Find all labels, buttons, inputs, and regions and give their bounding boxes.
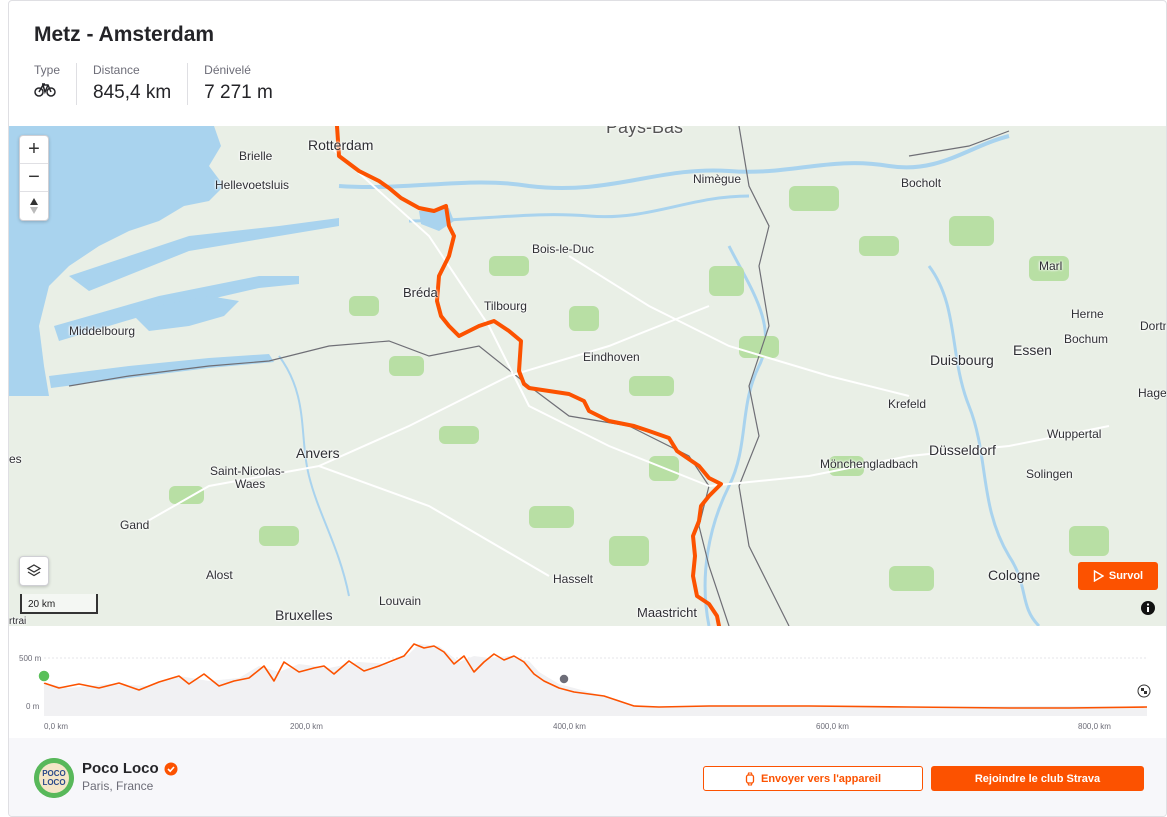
- city-label: Hellevoetsluis: [215, 178, 290, 192]
- city-label: Tilbourg: [484, 299, 527, 313]
- city-label: Gand: [120, 518, 150, 532]
- stat-elevation-label: Dénivelé: [204, 63, 251, 77]
- stat-distance-label: Distance: [93, 63, 140, 77]
- city-label: Duisbourg: [930, 352, 994, 368]
- flyover-label: Survol: [1108, 570, 1144, 582]
- club-logo: POCO LOCO: [34, 758, 74, 798]
- city-label: Bréda: [403, 285, 438, 300]
- club-name[interactable]: Poco Loco: [82, 760, 178, 777]
- route-title: Metz - Amsterdam: [34, 23, 215, 46]
- city-label: Düsseldorf: [929, 442, 996, 458]
- city-label: Bois-le-Duc: [532, 242, 595, 256]
- city-label: Brielle: [239, 149, 273, 163]
- city-label: rtrai: [9, 616, 27, 626]
- city-label: Krefeld: [888, 397, 927, 411]
- city-label: Eindhoven: [583, 350, 640, 364]
- compass-button[interactable]: [20, 192, 48, 220]
- city-label: Herne: [1071, 307, 1104, 321]
- elevation-y-label: 0 m: [26, 702, 40, 711]
- city-label: Alost: [206, 568, 233, 582]
- elevation-chart: [37, 643, 1151, 716]
- route-map[interactable]: Pays-Bas Rotterdam Brielle Hellevoetslui…: [9, 126, 1167, 626]
- club-avatar[interactable]: POCO LOCO: [34, 758, 74, 798]
- elevation-x-label: 0,0 km: [44, 722, 69, 731]
- watch-icon: [745, 771, 755, 786]
- city-label: Dortmu: [1140, 319, 1166, 333]
- elevation-x-label: 200,0 km: [290, 722, 323, 731]
- stat-type: Type: [34, 63, 78, 105]
- club-location: Paris, France: [82, 779, 154, 793]
- city-label: Hage: [1138, 386, 1167, 400]
- send-to-device-label: Envoyer vers l'appareil: [760, 772, 881, 785]
- city-label: Hasselt: [553, 572, 594, 586]
- club-name-text: Poco Loco: [82, 760, 159, 777]
- elevation-area: [44, 644, 1147, 716]
- city-label: Essen: [1013, 342, 1052, 358]
- club-footer: POCO LOCO Poco Loco Paris, France Envoye…: [9, 738, 1166, 816]
- elevation-x-label: 600,0 km: [816, 722, 849, 731]
- zoom-in-button[interactable]: +: [20, 136, 48, 164]
- send-to-device-button[interactable]: Envoyer vers l'appareil: [703, 766, 923, 791]
- elevation-x-label: 400,0 km: [553, 722, 586, 731]
- zoom-out-button[interactable]: −: [20, 164, 48, 192]
- city-label: Solingen: [1026, 467, 1073, 481]
- city-label: Marl: [1039, 259, 1063, 273]
- zoom-control: + −: [19, 135, 49, 221]
- city-label: Maastricht: [637, 605, 697, 620]
- map-scale: 20 km: [20, 594, 98, 614]
- city-label: Louvain: [379, 594, 422, 608]
- map-base: [9, 126, 1166, 626]
- city-label: Bochum: [1064, 332, 1109, 346]
- elevation-x-label: 800,0 km: [1078, 722, 1111, 731]
- city-label: Bocholt: [901, 176, 942, 190]
- route-stats: Type Distance 845,4 km Dénivelé 7 271 m: [34, 63, 305, 105]
- city-label: es: [9, 452, 22, 466]
- info-icon[interactable]: [1140, 600, 1156, 616]
- stat-elevation: Dénivelé 7 271 m: [204, 63, 289, 105]
- svg-text:LOCO: LOCO: [42, 778, 65, 787]
- city-label: Anvers: [296, 445, 340, 461]
- map-country-label: Pays-Bas: [606, 126, 684, 137]
- city-label: Waes: [235, 477, 266, 491]
- bike-icon: [34, 83, 56, 97]
- city-label: Wuppertal: [1047, 427, 1102, 441]
- svg-text:POCO: POCO: [42, 769, 66, 778]
- city-label: Nimègue: [693, 172, 742, 186]
- city-label: Cologne: [988, 567, 1041, 583]
- waypoint-marker: [558, 673, 570, 685]
- stat-elevation-value: 7 271 m: [204, 82, 273, 103]
- city-label: Rotterdam: [308, 137, 374, 153]
- layers-button[interactable]: [19, 556, 49, 586]
- city-label: Mönchengladbach: [820, 457, 919, 471]
- route-header: Metz - Amsterdam Type Distance 845,4 km …: [9, 1, 1166, 126]
- elevation-profile[interactable]: 500 m 0 m 0,0 km 200,0 km 400,0 km 600,0…: [9, 626, 1166, 738]
- stat-type-label: Type: [34, 63, 61, 77]
- route-card: Metz - Amsterdam Type Distance 845,4 km …: [8, 0, 1167, 817]
- stat-distance: Distance 845,4 km: [93, 63, 189, 105]
- join-club-button[interactable]: Rejoindre le club Strava: [931, 766, 1144, 791]
- flyover-button[interactable]: Survol: [1078, 562, 1158, 590]
- city-label: Middelbourg: [69, 324, 136, 338]
- stat-distance-value: 845,4 km: [93, 82, 172, 103]
- finish-flag-icon: [1137, 684, 1151, 698]
- layers-icon: [26, 564, 42, 577]
- elevation-y-label: 500 m: [19, 654, 42, 663]
- verified-icon: [164, 762, 178, 775]
- compass-icon: [30, 198, 38, 214]
- city-label: Saint-Nicolas-: [210, 464, 285, 478]
- city-label: Bruxelles: [275, 607, 333, 623]
- start-marker: [37, 669, 51, 683]
- play-icon: [1093, 570, 1104, 582]
